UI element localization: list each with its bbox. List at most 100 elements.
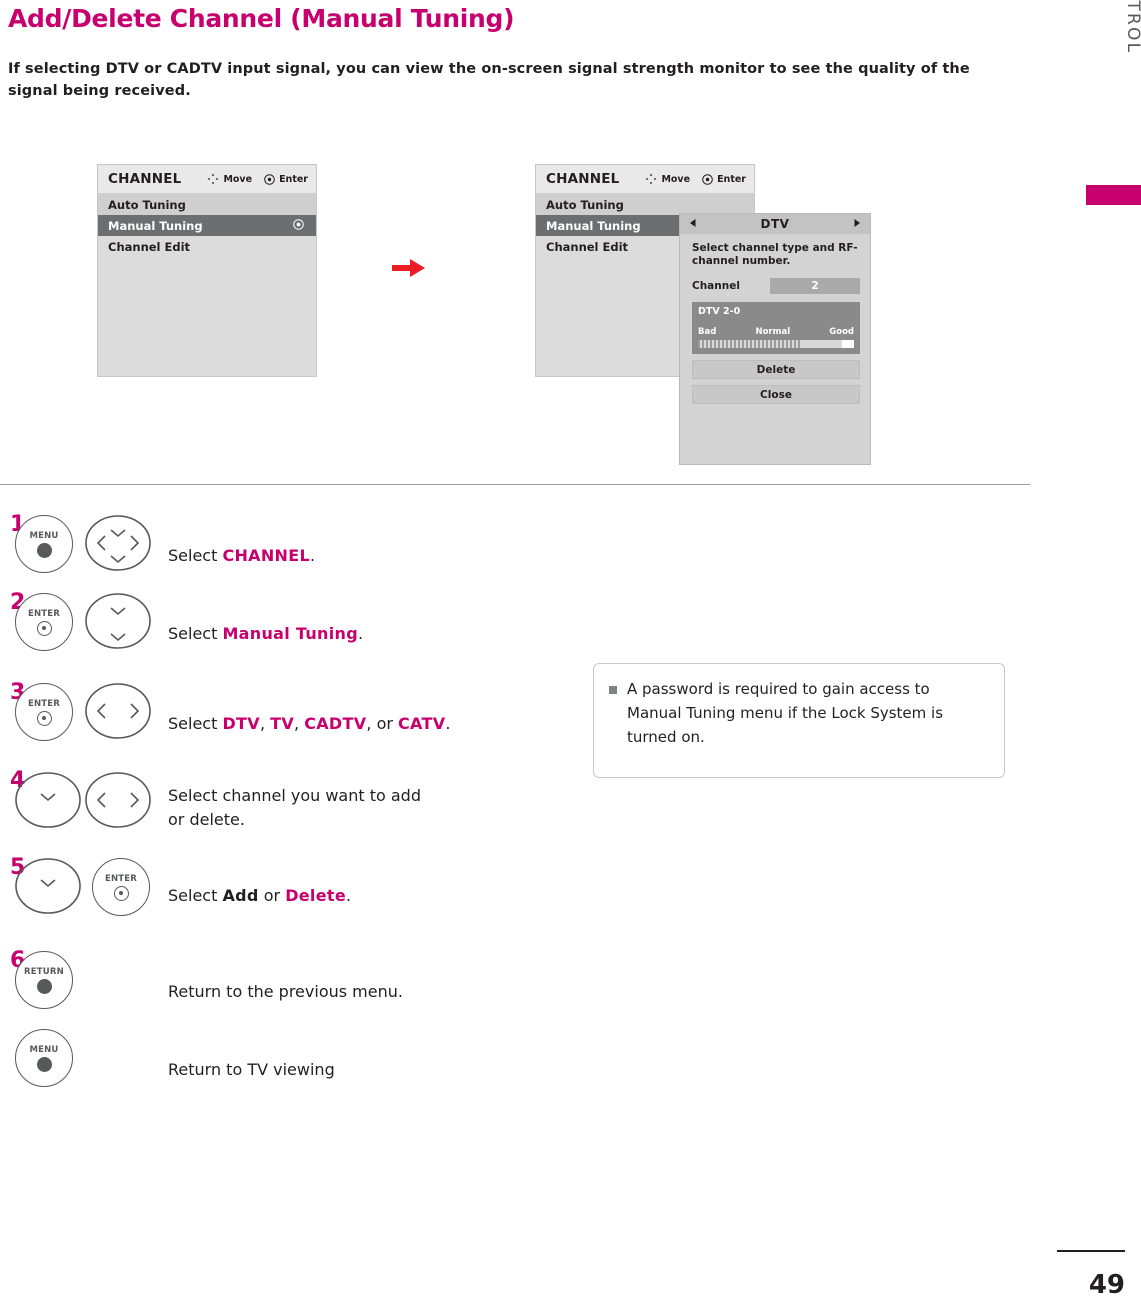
enter-icon [264, 173, 275, 185]
dtv-dialog-description: Select channel type and RF-channel numbe… [692, 242, 858, 267]
step-3-text: Select DTV, TV, CADTV, or CATV. [168, 714, 451, 733]
footer-rule [1057, 1250, 1125, 1252]
step-2-text: Select Manual Tuning. [168, 624, 363, 643]
dtv-channel-value[interactable]: 2 [770, 278, 860, 294]
step-5-text-mid: or [258, 886, 286, 905]
step-6-button-label: RETURN [24, 966, 64, 977]
step-1-navpad[interactable] [85, 515, 151, 575]
dpad-icon [207, 173, 219, 185]
osd-left-move-label: Move [223, 173, 253, 185]
step-3-sep-2: , [294, 714, 305, 733]
dtv-dialog-header: DTV [680, 214, 870, 234]
step-2-button-label: ENTER [27, 608, 61, 619]
step-5-enter-button[interactable]: ENTER [92, 858, 150, 916]
step-3-button-label: ENTER [27, 698, 61, 709]
osd-right-move-label: Move [661, 173, 691, 185]
signal-channel-label: DTV 2-0 [698, 306, 741, 317]
step-5-text-prefix: Select [168, 886, 223, 905]
step-7-menu-button[interactable]: MENU [15, 1029, 73, 1087]
step-5-navpad-down[interactable] [15, 858, 81, 918]
signal-scale: Bad Normal Good [698, 327, 854, 337]
step-4-text-line2: or delete. [168, 810, 245, 829]
step-3-option-tv: TV [270, 714, 295, 733]
step-4-navpad-down[interactable] [15, 772, 81, 832]
step-7-text: Return to TV viewing [168, 1060, 335, 1079]
step-7-button-label: MENU [29, 1044, 59, 1055]
step-3-text-suffix: . [445, 714, 451, 733]
note-bullet-icon [609, 686, 617, 694]
osd-left-row-label: Channel Edit [108, 239, 191, 254]
step-6-return-button[interactable]: RETURN [15, 951, 73, 1009]
osd-left-enter-label: Enter [279, 173, 308, 185]
step-2-enter-button[interactable]: ENTER [15, 593, 73, 651]
dtv-channel-row: Channel 2 [680, 272, 870, 300]
step-3-sep-3: , or [366, 714, 399, 733]
chevron-right-icon[interactable] [852, 217, 862, 231]
intro-paragraph: If selecting DTV or CADTV input signal, … [8, 61, 970, 99]
osd-left-row-label: Auto Tuning [108, 197, 186, 212]
step-2-text-bold: Manual Tuning [222, 624, 358, 643]
step-1-text-prefix: Select [168, 546, 223, 565]
button-led [36, 710, 52, 726]
button-led [36, 620, 52, 636]
dtv-dialog-title: DTV [760, 217, 790, 231]
step-2-navpad-vertical[interactable] [85, 593, 151, 653]
osd-right-row-label: Channel Edit [546, 239, 629, 254]
osd-left-row-manual-tuning[interactable]: Manual Tuning [98, 215, 316, 236]
button-led [36, 978, 52, 994]
step-5-button-label: ENTER [104, 873, 138, 884]
button-led [36, 542, 52, 558]
running-head-bar [1086, 185, 1141, 205]
osd-right-move-hint: Move [645, 173, 690, 185]
step-1-text-suffix: . [309, 546, 316, 565]
signal-scale-normal: Normal [755, 327, 791, 337]
osd-right-row-auto-tuning[interactable]: Auto Tuning [536, 194, 754, 215]
step-1-button-label: MENU [29, 530, 59, 541]
osd-right-title: CHANNEL [546, 171, 620, 187]
running-head: WATCHING TV / CHANNEL CONTROL [1123, 0, 1141, 185]
page-title: Add/Delete Channel (Manual Tuning) [8, 4, 515, 33]
osd-left-row-channel-edit[interactable]: Channel Edit [98, 236, 316, 257]
step-3-text-prefix: Select [168, 714, 223, 733]
flow-arrow-icon [392, 258, 426, 282]
osd-panel-left: CHANNEL Move Enter Auto Tuning Manual Tu… [97, 164, 317, 377]
page-number: 49 [1088, 1270, 1125, 1300]
dpad-icon [645, 173, 657, 185]
step-5-text-suffix: . [345, 886, 352, 905]
step-3-option-catv: CATV [398, 714, 446, 733]
osd-left-title: CHANNEL [108, 171, 182, 187]
dtv-channel-label: Channel [692, 280, 740, 292]
osd-left-row-auto-tuning[interactable]: Auto Tuning [98, 194, 316, 215]
osd-right-row-label: Auto Tuning [546, 197, 624, 212]
dtv-close-button[interactable]: Close [692, 385, 860, 404]
osd-right-enter-hint: Enter [702, 174, 746, 185]
chevron-left-icon[interactable] [688, 217, 698, 231]
step-1-text: Select CHANNEL. [168, 546, 315, 565]
enter-icon [702, 173, 713, 185]
osd-left-row-label: Manual Tuning [108, 218, 203, 233]
step-3-option-dtv: DTV [222, 714, 260, 733]
step-1-text-bold: CHANNEL [222, 546, 310, 565]
note-text: A password is required to gain access to… [627, 680, 944, 746]
note-box: A password is required to gain access to… [593, 663, 1005, 778]
osd-right-title-bar: CHANNEL Move Enter [536, 165, 754, 194]
button-led [113, 885, 129, 901]
step-4-navpad-horizontal[interactable] [85, 772, 151, 832]
step-3-enter-button[interactable]: ENTER [15, 683, 73, 741]
step-5-option-add: Add [222, 886, 259, 905]
button-led [36, 1056, 52, 1072]
step-3-option-cadtv: CADTV [304, 714, 367, 733]
osd-left-enter-hint: Enter [264, 174, 308, 185]
step-5-text: Select Add or Delete. [168, 886, 351, 905]
dtv-delete-button[interactable]: Delete [692, 360, 860, 379]
step-4-text-line1: Select channel you want to add [168, 786, 421, 805]
osd-right-enter-label: Enter [717, 173, 746, 185]
step-1-menu-button[interactable]: MENU [15, 515, 73, 573]
dtv-dialog: DTV Select channel type and RF-channel n… [679, 213, 871, 465]
step-3-navpad-horizontal[interactable] [85, 683, 151, 743]
enter-icon [293, 218, 304, 233]
osd-right-hints: Move Enter [645, 173, 746, 185]
osd-right-row-label: Manual Tuning [546, 218, 641, 233]
osd-left-move-hint: Move [207, 173, 252, 185]
step-3-sep-1: , [259, 714, 271, 733]
